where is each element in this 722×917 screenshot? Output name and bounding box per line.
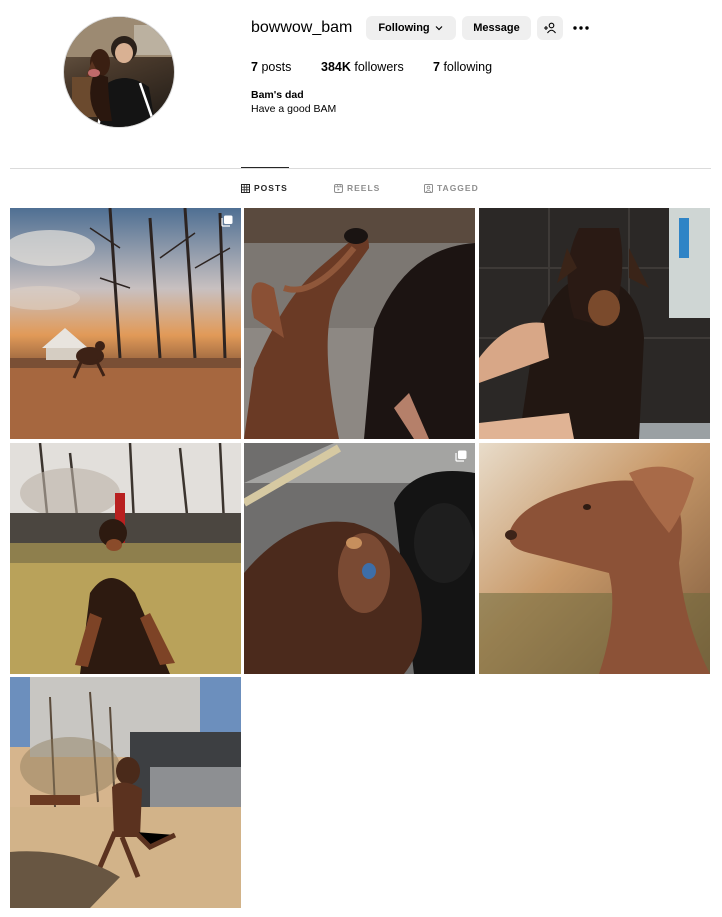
- stat-posts: 7 posts: [251, 60, 321, 74]
- tab-tagged[interactable]: TAGGED: [424, 183, 479, 193]
- post-image: [479, 443, 710, 674]
- following-button[interactable]: Following: [366, 16, 456, 40]
- grid-icon: [241, 183, 250, 193]
- profile-avatar[interactable]: [63, 16, 175, 128]
- message-button[interactable]: Message: [462, 16, 531, 40]
- post-image: [244, 208, 475, 439]
- profile-divider: [10, 168, 711, 169]
- post-tile[interactable]: [479, 443, 710, 674]
- add-person-icon: [544, 22, 556, 34]
- followers-count: 384K: [321, 60, 351, 74]
- more-dots-icon: [573, 26, 589, 30]
- posts-count: 7: [251, 60, 258, 74]
- post-image: [10, 443, 241, 674]
- active-tab-indicator: [241, 167, 289, 168]
- following-button-label: Following: [378, 22, 430, 34]
- tagged-icon: [424, 183, 433, 193]
- avatar-photo: [64, 17, 174, 127]
- followers-label: followers: [354, 60, 404, 74]
- more-options-button[interactable]: [571, 19, 591, 37]
- carousel-icon: [455, 450, 467, 462]
- chevron-down-icon: [435, 26, 443, 31]
- post-image: [479, 208, 710, 439]
- post-tile[interactable]: [10, 208, 241, 439]
- following-label: following: [443, 60, 493, 74]
- stat-followers[interactable]: 384K followers: [321, 60, 433, 74]
- profile-full-name: Bam's dad: [251, 89, 304, 101]
- post-tile[interactable]: [479, 208, 710, 439]
- tab-posts-label: POSTS: [254, 183, 288, 193]
- reels-icon: [334, 183, 343, 193]
- carousel-icon: [221, 215, 233, 227]
- post-image: [10, 677, 241, 908]
- following-count: 7: [433, 60, 440, 74]
- tab-posts[interactable]: POSTS: [241, 183, 288, 193]
- stat-following[interactable]: 7 following: [433, 60, 492, 74]
- post-tile[interactable]: [10, 677, 241, 908]
- post-tile[interactable]: [10, 443, 241, 674]
- suggested-accounts-button[interactable]: [537, 16, 563, 40]
- tab-reels[interactable]: REELS: [334, 183, 380, 193]
- posts-label: posts: [261, 60, 292, 74]
- profile-bio: Have a good BAM: [251, 103, 337, 115]
- profile-stats: 7 posts 384K followers 7 following: [251, 60, 492, 74]
- profile-username: bowwow_bam: [251, 19, 353, 36]
- tab-reels-label: REELS: [347, 183, 381, 193]
- post-image: [244, 443, 475, 674]
- tab-tagged-label: TAGGED: [437, 183, 479, 193]
- message-button-label: Message: [473, 22, 520, 34]
- post-tile[interactable]: [244, 208, 475, 439]
- post-tile[interactable]: [244, 443, 475, 674]
- post-image: [10, 208, 241, 439]
